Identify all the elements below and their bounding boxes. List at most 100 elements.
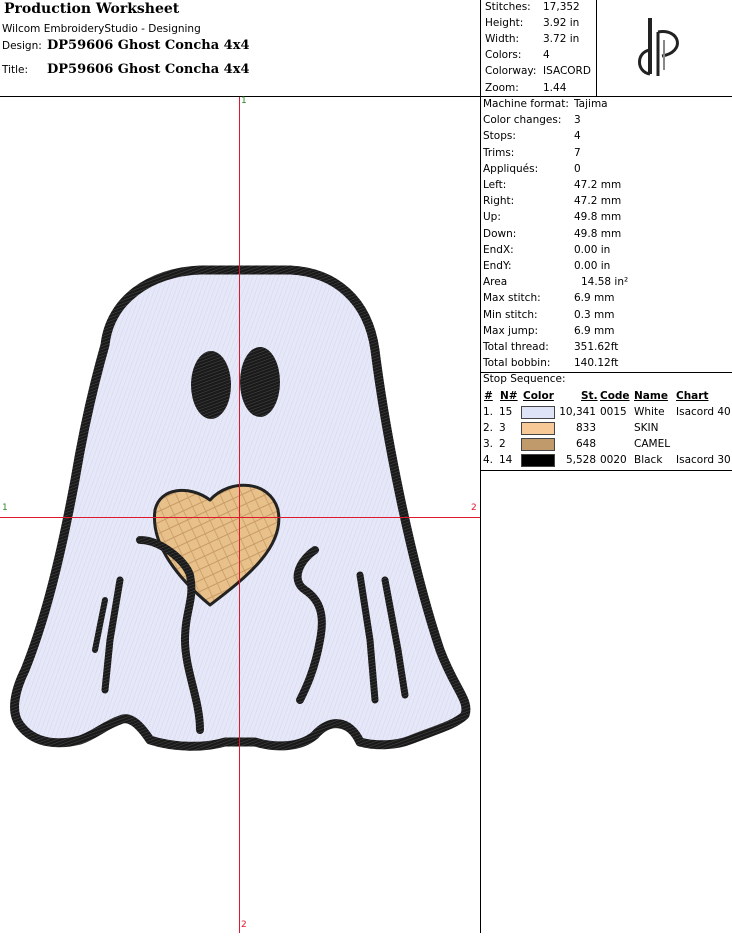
- design-canvas: 1 2 1 2: [0, 96, 480, 933]
- machine-row: Appliqués: 0: [483, 161, 728, 177]
- machine-key: Area: [483, 276, 508, 289]
- machine-value: 49.8 mm: [574, 227, 622, 240]
- cell-name: Black: [634, 454, 663, 466]
- cell-stitches: 833: [575, 422, 596, 434]
- design-label: Design:: [2, 40, 42, 52]
- machine-key: Down:: [483, 227, 517, 240]
- table-row: 2. 3 833 SKIN: [483, 420, 732, 436]
- machine-value: 0: [574, 162, 581, 175]
- title-label: Title:: [2, 64, 29, 76]
- cell-num: 2.: [483, 422, 494, 434]
- machine-row: Min stitch: 0.3 mm: [483, 307, 728, 323]
- machine-key: Stops:: [483, 130, 516, 143]
- machine-key: Total thread:: [483, 341, 549, 353]
- axis-label-top: 1: [241, 96, 247, 106]
- machine-row: EndX: 0.00 in: [483, 242, 728, 258]
- color-swatch: [521, 422, 555, 435]
- title-value: DP59606 Ghost Concha 4x4: [47, 62, 250, 77]
- stat-stitches: Stitches: 17,352: [485, 0, 595, 15]
- machine-row: Stops: 4: [483, 128, 728, 144]
- machine-row: Up: 49.8 mm: [483, 209, 728, 225]
- machine-value: 351.62ft: [574, 341, 619, 353]
- stat-value: 4: [543, 49, 550, 61]
- stat-key: Colorway:: [485, 65, 537, 77]
- stat-colorway: Colorway: ISACORD: [485, 63, 595, 79]
- machine-value: 7: [574, 146, 581, 159]
- color-swatch: [521, 438, 555, 451]
- machine-value: 3: [574, 114, 581, 127]
- machine-value: 0.00 in: [574, 260, 611, 272]
- machine-value: Tajima: [574, 98, 608, 110]
- machine-row: Total bobbin: 140.12ft: [483, 355, 728, 371]
- machine-value: 14.58 in²: [581, 276, 629, 289]
- machine-row: Machine format: Tajima: [483, 96, 728, 112]
- machine-key: EndY:: [483, 260, 512, 272]
- stat-value: 17,352: [543, 1, 580, 13]
- machine-row: Area 14.58 in²: [483, 274, 728, 290]
- machine-value: 0.00 in: [574, 243, 611, 256]
- machine-row: Color changes: 3: [483, 112, 728, 128]
- machine-key: Right:: [483, 195, 515, 208]
- machine-row: Left: 47.2 mm: [483, 177, 728, 193]
- machine-key: Up:: [483, 211, 501, 224]
- machine-value: 0.3 mm: [574, 308, 615, 321]
- design-canvas-svg: [0, 97, 480, 933]
- cell-name: CAMEL: [634, 438, 671, 450]
- cell-chart: Isacord 40: [676, 406, 731, 418]
- cell-name: White: [634, 406, 665, 418]
- machine-key: Color changes:: [483, 114, 562, 127]
- stat-height: Height: 3.92 in: [485, 15, 595, 31]
- machine-value: 6.9 mm: [574, 324, 615, 337]
- col-color: Color: [523, 390, 554, 402]
- cell-name: SKIN: [634, 422, 659, 434]
- stat-value: 3.72 in: [543, 33, 580, 45]
- col-num: #: [484, 390, 493, 402]
- axis-label-left: 1: [2, 503, 8, 513]
- cell-num: 4.: [483, 454, 494, 466]
- cell-n: 3: [499, 422, 506, 434]
- col-name: Name: [634, 390, 668, 402]
- cell-n: 2: [499, 438, 506, 450]
- stat-key: Stitches:: [485, 1, 531, 13]
- machine-value: 140.12ft: [574, 357, 619, 370]
- machine-value: 47.2 mm: [574, 195, 622, 208]
- machine-row: Total thread: 351.62ft: [483, 339, 728, 355]
- cell-stitches: 5,528: [565, 454, 596, 466]
- col-n: N#: [500, 390, 518, 402]
- stat-value: ISACORD: [543, 65, 591, 77]
- stat-key: Height:: [485, 17, 524, 29]
- machine-key: Total bobbin:: [483, 357, 551, 370]
- logo-divider: [596, 0, 597, 96]
- software-label: Wilcom EmbroideryStudio - Designing: [2, 23, 201, 35]
- right-eye: [240, 347, 280, 417]
- machine-row: Max jump: 6.9 mm: [483, 323, 728, 339]
- machine-key: Max jump:: [483, 324, 539, 337]
- cell-n: 14: [499, 454, 513, 466]
- stat-value: 3.92 in: [543, 17, 580, 29]
- col-st: St.: [581, 390, 598, 402]
- design-value: DP59606 Ghost Concha 4x4: [47, 38, 250, 53]
- monogram-logo: [630, 12, 698, 78]
- color-swatch: [521, 406, 555, 419]
- stop-sequence-title: Stop Sequence:: [483, 373, 566, 385]
- cell-num: 3.: [483, 438, 494, 450]
- cell-code: 0015: [600, 406, 627, 418]
- axis-label-right: 2: [471, 503, 477, 513]
- monogram-logo-icon: [638, 18, 679, 76]
- cell-chart: Isacord 30: [676, 454, 731, 466]
- machine-value: 47.2 mm: [574, 179, 622, 191]
- stat-value: 1.44: [543, 82, 567, 94]
- machine-key: Trims:: [483, 146, 515, 159]
- table-row: 3. 2 648 CAMEL: [483, 436, 732, 452]
- table-row: 1. 15 10,341 0015 White Isacord 40: [483, 404, 732, 420]
- machine-key: Machine format:: [483, 98, 569, 110]
- cell-num: 1.: [483, 406, 494, 418]
- stat-colors: Colors: 4: [485, 47, 595, 63]
- machine-value: 6.9 mm: [574, 292, 615, 305]
- cell-code: 0020: [600, 454, 627, 466]
- machine-row: EndY: 0.00 in: [483, 258, 728, 274]
- col-code: Code: [600, 390, 630, 402]
- machine-value: 49.8 mm: [574, 211, 622, 224]
- left-eye: [191, 351, 231, 419]
- machine-key: Left:: [483, 179, 507, 191]
